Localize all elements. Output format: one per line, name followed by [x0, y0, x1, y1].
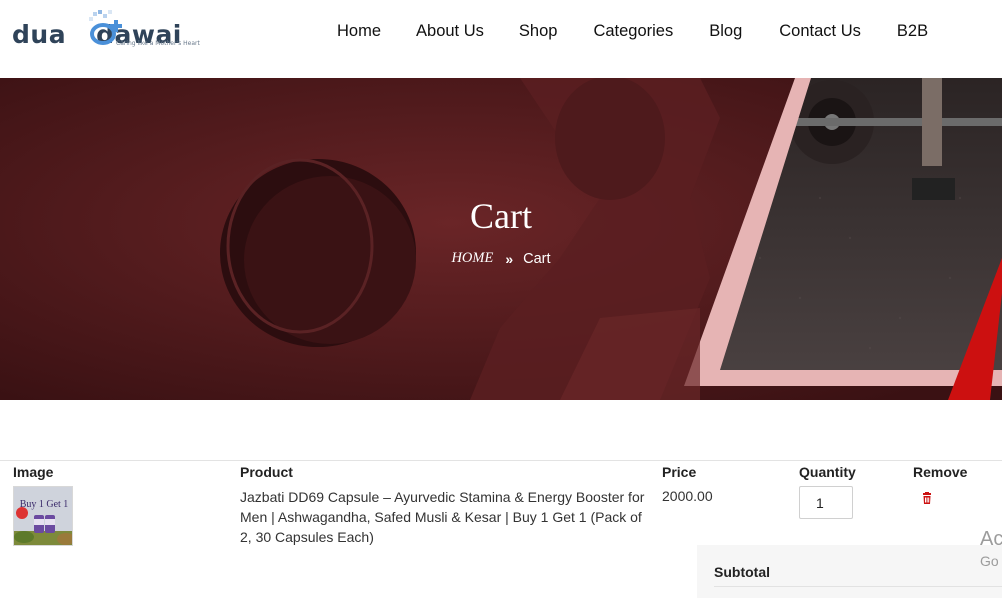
column-header-image: Image	[13, 464, 54, 480]
trash-icon[interactable]	[920, 492, 934, 506]
product-price: 2000.00	[662, 488, 713, 504]
activation-watermark: Ac Go	[980, 528, 1002, 569]
breadcrumb-current: Cart	[523, 250, 551, 267]
cart-table: Image Product Price Quantity Remove Buy …	[0, 460, 1002, 546]
nav-b2b[interactable]: B2B	[897, 22, 928, 41]
product-thumbnail[interactable]: Buy 1 Get 1	[13, 486, 73, 546]
column-header-remove: Remove	[913, 464, 968, 480]
breadcrumb-home-link[interactable]: HOME	[451, 250, 493, 267]
page-banner: Cart HOME » Cart	[0, 78, 1002, 400]
banner-background-image	[0, 78, 1002, 400]
thumbnail-caption: Buy 1 Get 1	[20, 499, 69, 510]
watermark-line-1: Ac	[980, 528, 1002, 550]
nav-blog[interactable]: Blog	[709, 22, 742, 41]
column-header-quantity: Quantity	[799, 464, 856, 480]
nav-shop[interactable]: Shop	[519, 22, 558, 41]
column-header-price: Price	[662, 464, 697, 480]
nav-home[interactable]: Home	[337, 22, 381, 41]
page-title: Cart	[470, 196, 532, 236]
cart-totals: Subtotal	[697, 545, 1002, 598]
product-name-link[interactable]: Jazbati DD69 Capsule – Ayurvedic Stamina…	[240, 487, 650, 547]
double-chevron-right-icon: »	[505, 250, 514, 267]
breadcrumb: HOME » Cart	[0, 250, 1002, 267]
quantity-input[interactable]	[799, 486, 853, 519]
product-thumbnail-image: Buy 1 Get 1	[14, 487, 72, 545]
main-nav: Home About Us Shop Categories Blog Conta…	[337, 22, 928, 41]
column-header-product: Product	[240, 464, 293, 480]
watermark-line-2: Go	[980, 553, 999, 569]
totals-divider	[714, 586, 1002, 587]
site-header: dua dawai Caring like a Mother's Heart Ho…	[0, 0, 1002, 78]
nav-about-us[interactable]: About Us	[416, 22, 484, 41]
site-logo[interactable]: dua dawai Caring like a Mother's Heart	[12, 8, 222, 52]
nav-contact-us[interactable]: Contact Us	[779, 22, 861, 41]
logo-tagline: Caring like a Mother's Heart	[116, 40, 200, 47]
nav-categories[interactable]: Categories	[593, 22, 673, 41]
subtotal-label: Subtotal	[714, 564, 770, 580]
